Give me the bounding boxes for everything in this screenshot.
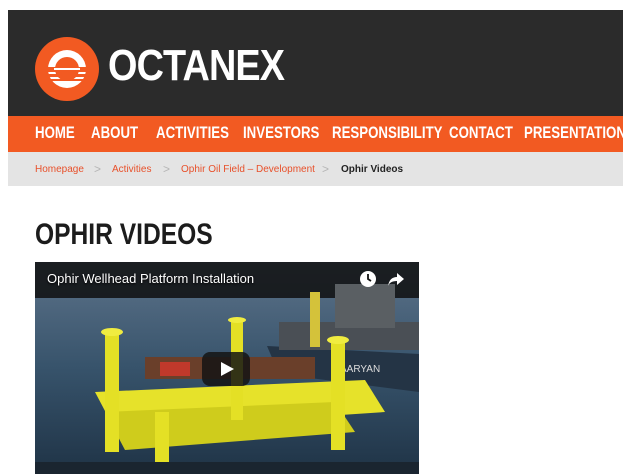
breadcrumb-ophir-oil-field[interactable]: Ophir Oil Field – Development: [181, 164, 315, 175]
video-player[interactable]: AARYAN Ophir Wellhead Platform Installat…: [35, 262, 419, 474]
share-icon[interactable]: [387, 270, 405, 288]
nav-item-about[interactable]: ABOUT: [91, 123, 138, 143]
nav-item-activities[interactable]: ACTIVITIES: [156, 123, 229, 143]
play-button[interactable]: [202, 352, 250, 386]
page-title: OPHIR VIDEOS: [35, 218, 213, 251]
nav-item-presentations[interactable]: PRESENTATIONS: [524, 123, 623, 143]
nav-item-home[interactable]: HOME: [35, 123, 75, 143]
site-header: OCTANEX: [8, 10, 623, 116]
nav-item-contact[interactable]: CONTACT: [449, 123, 513, 143]
nav-item-investors[interactable]: INVESTORS: [243, 123, 319, 143]
brand-name[interactable]: OCTANEX: [108, 41, 285, 91]
octanex-logo-icon[interactable]: [34, 36, 100, 102]
top-strip: [0, 0, 623, 10]
breadcrumb-activities[interactable]: Activities: [112, 164, 151, 175]
breadcrumb-separator: >: [94, 162, 102, 176]
main-nav: HOME ABOUT ACTIVITIES INVESTORS RESPONSI…: [8, 116, 623, 152]
breadcrumb: Homepage > Activities > Ophir Oil Field …: [8, 152, 623, 186]
breadcrumb-current: Ophir Videos: [341, 164, 404, 175]
breadcrumb-separator: >: [163, 162, 171, 176]
video-title[interactable]: Ophir Wellhead Platform Installation: [47, 271, 254, 286]
breadcrumb-separator: >: [322, 162, 330, 176]
nav-item-responsibility[interactable]: RESPONSIBILITY: [332, 123, 443, 143]
svg-text:AARYAN: AARYAN: [340, 364, 380, 375]
breadcrumb-homepage[interactable]: Homepage: [35, 164, 84, 175]
clock-icon[interactable]: [359, 270, 377, 288]
